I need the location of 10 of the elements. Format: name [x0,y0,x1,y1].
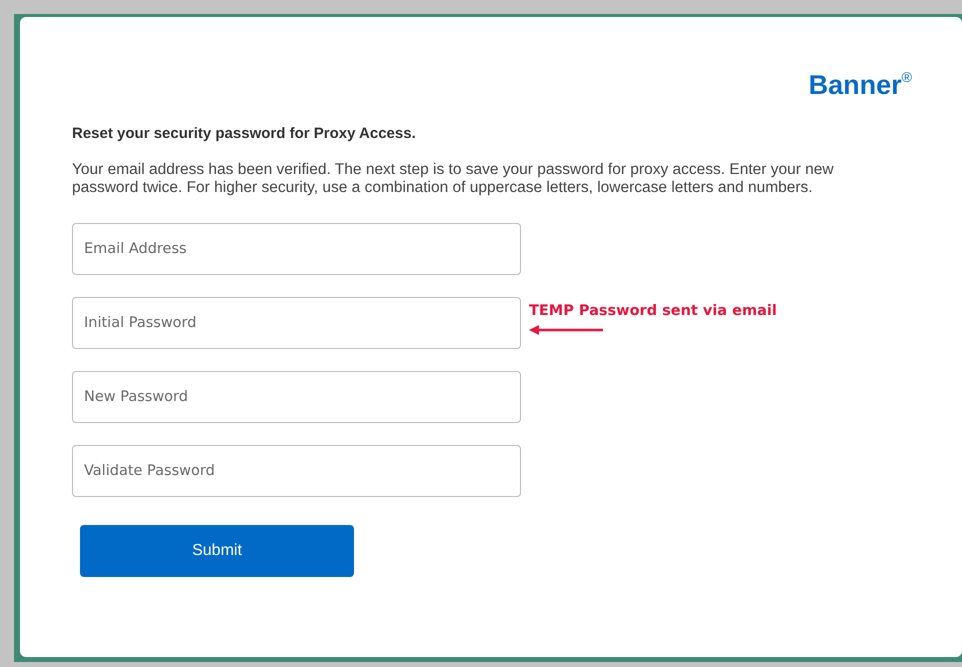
input-field[interactable]: Email Address [72,223,521,275]
input-field[interactable]: New Password [72,371,521,423]
heading: Reset your security password for Proxy Access. [72,125,417,142]
annotation-text: TEMP Password sent via email [529,303,777,319]
submit-button[interactable]: Submit [80,525,354,577]
intro-text: Your email address has been verified. The next step is to save your password for proxy access. Enter your new password twice. For higher security, use a combination of uppercase letters, lowercase letters and numbers. [72,161,835,197]
input-field[interactable]: Validate Password [72,445,521,497]
arrow-icon [529,325,603,335]
input-field[interactable]: Initial Password [72,297,521,349]
logo: Banner$^{®}$ [808,69,912,101]
